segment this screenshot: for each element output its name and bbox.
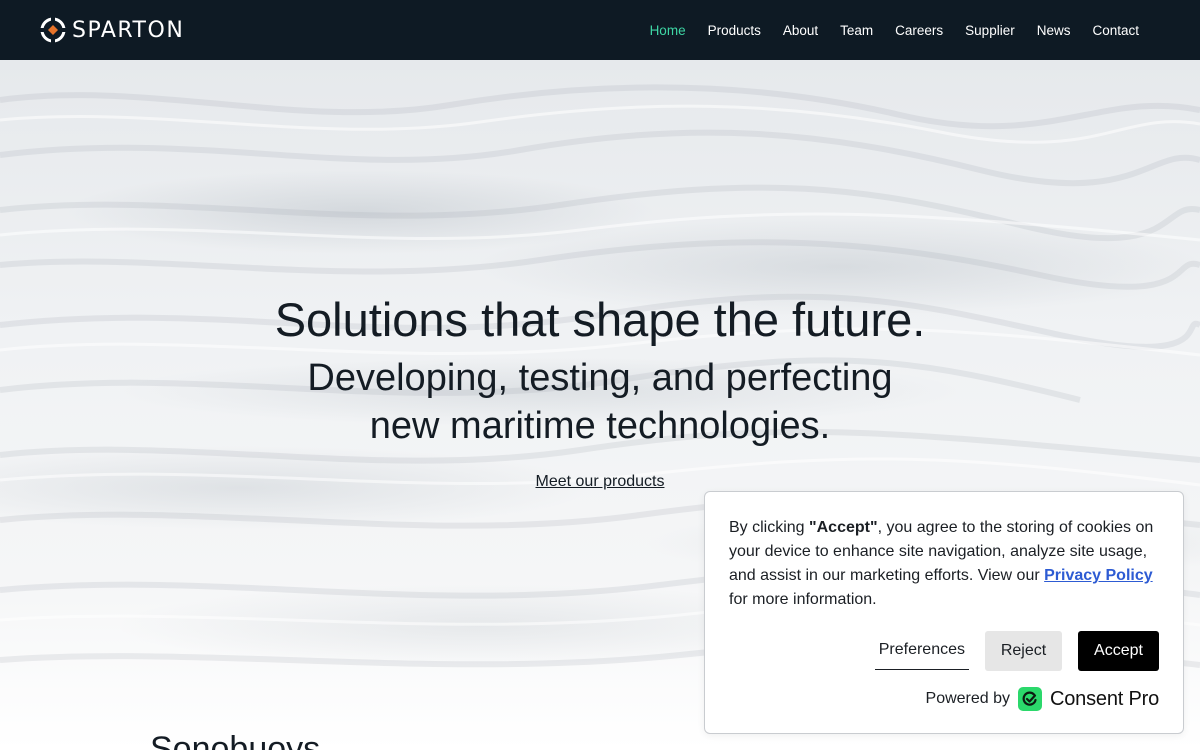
cookie-consent-banner: By clicking "Accept", you agree to the s… [704, 491, 1184, 734]
nav-link-products[interactable]: Products [697, 23, 772, 38]
cookie-actions: Preferences Reject Accept [729, 631, 1159, 671]
cookie-accept-quote: "Accept" [809, 519, 878, 536]
consent-provider-name[interactable]: Consent Pro [1050, 688, 1159, 711]
nav-link-home[interactable]: Home [639, 23, 697, 38]
checkmark-icon [1018, 687, 1043, 711]
reject-button[interactable]: Reject [985, 631, 1062, 671]
hero-subtitle-line2: new maritime technologies. [369, 405, 831, 447]
powered-by-label: Powered by [925, 690, 1011, 707]
main-nav: Home Products About Team Careers Supplie… [639, 23, 1150, 38]
nav-link-careers[interactable]: Careers [884, 23, 954, 38]
preferences-button[interactable]: Preferences [874, 632, 969, 670]
sparton-logo-icon [40, 17, 66, 43]
hero-title: Solutions that shape the future. [274, 293, 926, 346]
section-heading: Sonobuoys [150, 730, 321, 750]
nav-link-supplier[interactable]: Supplier [954, 23, 1026, 38]
cookie-text-prefix: By clicking [729, 519, 810, 536]
cookie-text-suffix: for more information. [729, 591, 877, 608]
hero-content: Solutions that shape the future. Develop… [0, 292, 1200, 491]
nav-link-news[interactable]: News [1026, 23, 1082, 38]
top-navbar: SPARTON Home Products About Team Careers… [0, 0, 1200, 60]
site-logo[interactable]: SPARTON [40, 17, 184, 43]
nav-link-team[interactable]: Team [829, 23, 884, 38]
hero-subtitle: Developing, testing, and perfecting new … [0, 354, 1200, 450]
accept-button[interactable]: Accept [1078, 631, 1159, 671]
meet-products-link[interactable]: Meet our products [536, 473, 665, 491]
cookie-message: By clicking "Accept", you agree to the s… [729, 516, 1161, 612]
nav-link-contact[interactable]: Contact [1081, 23, 1150, 38]
brand-name: SPARTON [72, 17, 185, 43]
hero-subtitle-line1: Developing, testing, and perfecting [307, 357, 893, 399]
nav-link-about[interactable]: About [772, 23, 829, 38]
powered-by: Powered by Consent Pro [729, 687, 1159, 711]
privacy-policy-link[interactable]: Privacy Policy [1044, 567, 1153, 584]
